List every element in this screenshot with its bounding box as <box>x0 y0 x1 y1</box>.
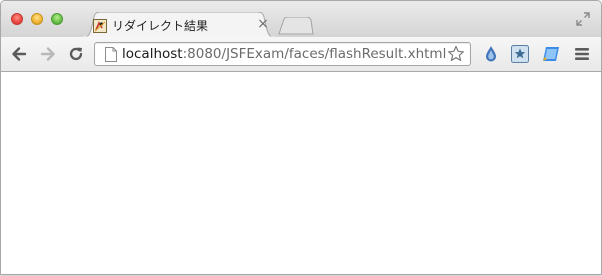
minimize-icon[interactable] <box>31 13 43 25</box>
tab-close-icon[interactable]: × <box>256 17 270 31</box>
back-arrow-icon[interactable] <box>10 45 28 63</box>
bookmark-star-icon[interactable] <box>511 45 529 63</box>
url-text[interactable]: localhost:8080/JSFExam/faces/flashResult… <box>122 43 446 65</box>
close-icon[interactable] <box>11 13 23 25</box>
forward-arrow-icon[interactable] <box>39 45 57 63</box>
new-tab-icon[interactable] <box>278 16 314 35</box>
address-bar[interactable]: localhost:8080/JSFExam/faces/flashResult… <box>94 42 471 66</box>
reload-icon[interactable] <box>67 45 85 63</box>
page-icon <box>105 47 117 62</box>
url-host: localhost <box>122 46 183 62</box>
hamburger-menu-icon[interactable] <box>573 45 591 63</box>
star-icon[interactable] <box>447 45 465 63</box>
zoom-icon[interactable] <box>51 13 63 25</box>
page-content <box>1 72 601 274</box>
toolbar: localhost:8080/JSFExam/faces/flashResult… <box>1 37 601 72</box>
fullscreen-icon[interactable] <box>575 11 591 27</box>
url-path: :8080/JSFExam/faces/flashResult.xhtml <box>182 46 447 62</box>
tab-title: リダイレクト結果 <box>112 19 209 33</box>
title-bar: リダイレクト結果 × <box>1 1 601 38</box>
drop-icon[interactable] <box>482 45 500 63</box>
browser-window: リダイレクト結果 × localhost:8080/JSFExam/faces/… <box>0 0 602 275</box>
java-duke-favicon-icon <box>93 18 107 33</box>
edit-icon[interactable] <box>542 45 560 63</box>
tab-active[interactable]: リダイレクト結果 × <box>81 12 277 38</box>
